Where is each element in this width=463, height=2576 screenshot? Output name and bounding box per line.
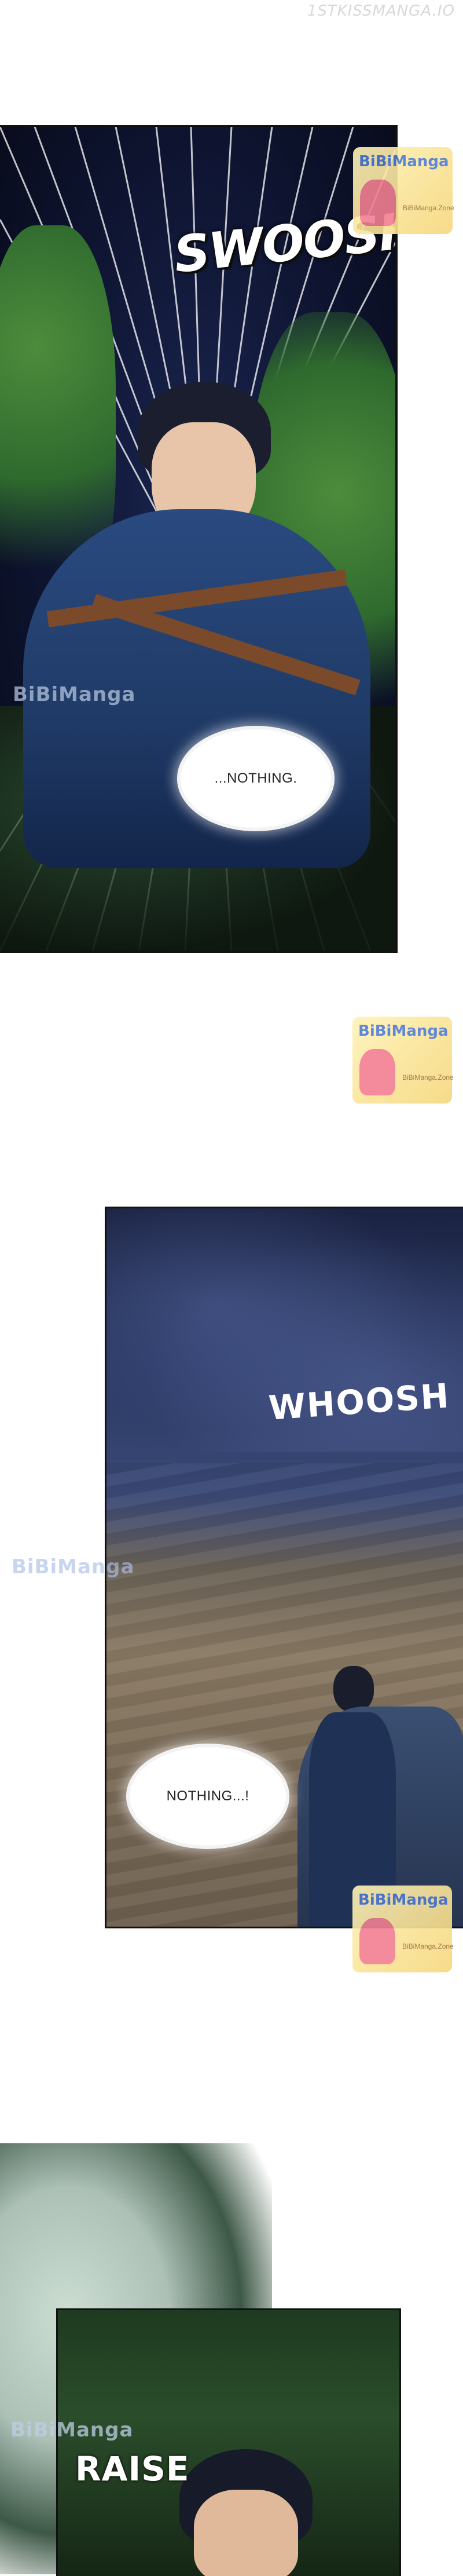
speech-bubble: ...NOTHING. <box>181 729 331 828</box>
side-watermark: BiBiManga <box>13 683 136 706</box>
badge-subtitle: BiBiManga.Zone <box>403 204 454 212</box>
badge-subtitle: BiBiManga.Zone <box>402 1073 454 1081</box>
site-watermark: 1STKISSMANGA.IO <box>307 2 455 20</box>
source-badge: BiBiManga BiBiManga.Zone <box>352 1017 454 1104</box>
badge-title: BiBiManga <box>359 153 449 170</box>
badge-title: BiBiManga <box>358 1022 449 1040</box>
mascot-icon <box>360 180 396 226</box>
mascot-icon <box>359 1049 395 1095</box>
comic-panel-3: RAISE <box>56 2308 401 2576</box>
side-watermark: BiBiManga <box>12 1555 135 1579</box>
mascot-icon <box>359 1918 395 1964</box>
source-badge: BiBiManga BiBiManga.Zone <box>352 1886 454 1972</box>
sfx-raise: RAISE <box>75 2449 190 2489</box>
figure-head <box>333 1666 374 1712</box>
comic-panel-1: SWOOSH BiBiManga ...NOTHING. <box>0 125 398 953</box>
source-badge: BiBiManga BiBiManga.Zone <box>353 147 454 234</box>
speech-bubble: NOTHING...! <box>130 1747 286 1846</box>
side-watermark: BiBiManga <box>10 2418 134 2442</box>
badge-title: BiBiManga <box>358 1891 449 1909</box>
character-face <box>194 2490 298 2576</box>
comic-panel-2: WHOOSH NOTHING...! <box>105 1207 463 1928</box>
badge-subtitle: BiBiManga.Zone <box>402 1942 454 1950</box>
